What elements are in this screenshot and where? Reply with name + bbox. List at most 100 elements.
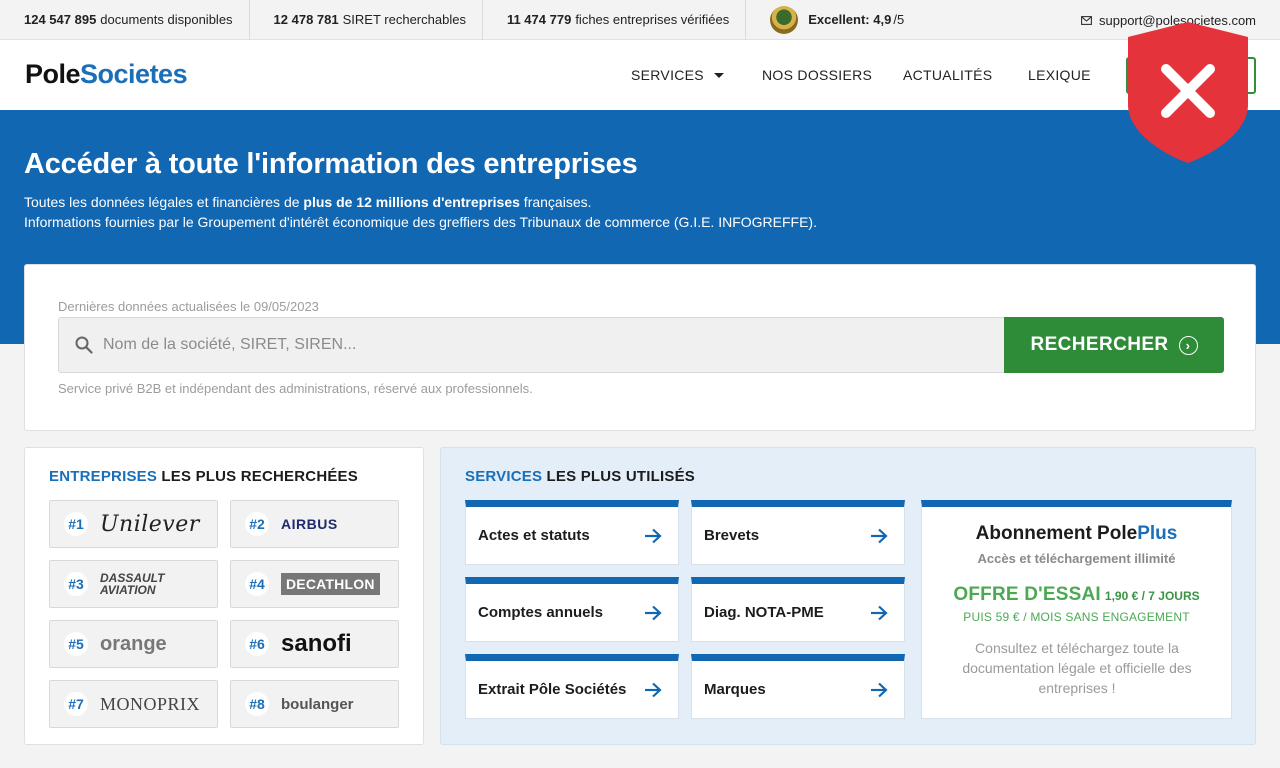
top-services-title: SERVICES LES PLUS UTILISÉS	[465, 468, 695, 485]
arrow-right-icon	[645, 528, 662, 543]
poleplus-subtitle: Accès et téléchargement illimité	[977, 551, 1176, 566]
stat-siret-label: SIRET recherchables	[342, 12, 466, 27]
service-card-comptes[interactable]: Comptes annuels	[465, 577, 679, 642]
arrow-right-icon	[871, 605, 888, 620]
service-label: Diag. NOTA-PME	[704, 604, 824, 621]
company-logo-dassault: DASSAULT AVIATION	[100, 571, 165, 597]
company-logo-decathlon: DECATHLON	[281, 573, 380, 595]
company-card-dassault[interactable]: #3 DASSAULT AVIATION	[49, 560, 218, 608]
service-card-brevets[interactable]: Brevets	[691, 500, 905, 565]
hero-line-1-pre: Toutes les données légales et financière…	[24, 194, 304, 210]
rating-suffix: /5	[893, 12, 905, 27]
search-input[interactable]	[103, 318, 983, 372]
logo-pole: Pole	[25, 59, 81, 89]
poleplus-offer: OFFRE D'ESSAI 1,90 € / 7 JOURS	[922, 584, 1231, 606]
company-rank: #6	[245, 632, 269, 656]
stat-documents-value: 124 547 895	[24, 12, 97, 27]
top-companies-title: ENTREPRISES LES PLUS RECHERCHÉES	[49, 468, 358, 485]
top-services-title-highlight: SERVICES	[465, 468, 543, 485]
nav-nos-dossiers[interactable]: NOS DOSSIERS	[762, 67, 872, 83]
company-logo-unilever: Unilever	[100, 511, 200, 537]
service-card-diag[interactable]: Diag. NOTA-PME	[691, 577, 905, 642]
company-card-orange[interactable]: #5 orange	[49, 620, 218, 668]
service-label: Marques	[704, 681, 766, 698]
logo-societes: Societes	[80, 59, 188, 89]
hero-line-1-post: françaises.	[519, 194, 592, 210]
poleplus-offer-price: 1,90 € / 7 JOURS	[1104, 589, 1200, 603]
company-rank: #7	[64, 692, 88, 716]
company-card-airbus[interactable]: #2 AIRBUS	[230, 500, 399, 548]
company-card-boulanger[interactable]: #8 boulanger	[230, 680, 399, 728]
stat-fiches-label: fiches entreprises vérifiées	[575, 12, 730, 27]
company-rank: #2	[245, 512, 269, 536]
stat-fiches: 11 474 779 fiches entreprises vérifiées	[483, 0, 747, 40]
search-card: Dernières données actualisées le 09/05/2…	[24, 264, 1256, 431]
nav-actualites-label: ACTUALITÉS	[903, 67, 993, 83]
arrow-right-icon	[645, 605, 662, 620]
stat-fiches-value: 11 474 779	[506, 12, 572, 27]
poleplus-description: Consultez et téléchargez toute la docume…	[962, 640, 1192, 696]
nav-actualites[interactable]: ACTUALITÉS	[903, 67, 992, 83]
company-rank: #3	[64, 572, 88, 596]
service-label: Extrait Pôle Sociétés	[478, 681, 627, 698]
top-services-panel: SERVICES LES PLUS UTILISÉS Actes et stat…	[440, 447, 1256, 745]
service-label: Actes et statuts	[478, 527, 590, 544]
hero-line-2: Informations fournies par le Groupement …	[24, 214, 817, 230]
nav-lexique[interactable]: LEXIQUE	[1028, 67, 1091, 83]
envelope-icon	[1081, 15, 1092, 25]
company-card-unilever[interactable]: #1 Unilever	[49, 500, 218, 548]
top-companies-title-rest: LES PLUS RECHERCHÉES	[157, 468, 358, 485]
company-logo-sanofi: sanofi	[281, 630, 352, 657]
service-label: Brevets	[704, 527, 760, 544]
poleplus-card[interactable]: Abonnement PolePlus Accès et téléchargem…	[921, 500, 1232, 719]
stat-siret: 12 478 781 SIRET recherchables	[250, 0, 483, 40]
company-rank: #8	[245, 692, 269, 716]
search-button[interactable]: RECHERCHER ›	[1004, 317, 1224, 373]
company-logo-orange: orange	[100, 632, 167, 655]
arrow-right-icon	[645, 682, 662, 697]
hero-title: Accéder à toute l'information des entrep…	[24, 148, 638, 180]
rating-label: Excellent: 4,9	[808, 12, 892, 27]
nav-services[interactable]: SERVICES	[631, 67, 724, 83]
company-logo-airbus: AIRBUS	[281, 516, 338, 532]
company-card-sanofi[interactable]: #6 sanofi	[230, 620, 399, 668]
company-logo-boulanger: boulanger	[281, 695, 354, 713]
poleplus-then: PUIS 59 € / MOIS SANS ENGAGEMENT	[963, 610, 1190, 624]
stat-documents: 124 547 895 documents disponibles	[0, 0, 250, 40]
top-services-title-rest: LES PLUS UTILISÉS	[542, 468, 695, 485]
poleplus-title: Abonnement PolePlus	[922, 523, 1231, 545]
search-icon	[75, 336, 93, 354]
stats-bar: 124 547 895 documents disponibles 12 478…	[0, 0, 1280, 40]
poleplus-title-accent: Plus	[1137, 523, 1178, 544]
service-card-actes[interactable]: Actes et statuts	[465, 500, 679, 565]
hero-line-1: Toutes les données légales et financière…	[24, 194, 592, 210]
logo[interactable]: PoleSocietes	[25, 59, 188, 90]
shield-x-icon[interactable]	[1126, 20, 1250, 165]
stat-documents-label: documents disponibles	[100, 12, 233, 27]
arrow-right-icon	[871, 682, 888, 697]
search-button-label: RECHERCHER	[1030, 334, 1169, 355]
service-label: Comptes annuels	[478, 604, 604, 621]
top-companies-panel: ENTREPRISES LES PLUS RECHERCHÉES #1 Unil…	[24, 447, 424, 745]
rating[interactable]: Excellent: 4,9 /5	[746, 0, 904, 40]
stat-siret-value: 12 478 781	[273, 12, 339, 27]
arrow-right-icon	[871, 528, 888, 543]
search-box	[58, 317, 1004, 373]
medal-icon	[770, 5, 799, 34]
hero-line-1-bold: plus de 12 millions d'entreprises	[303, 194, 520, 210]
disclaimer: Service privé B2B et indépendant des adm…	[58, 381, 533, 396]
last-update-text: Dernières données actualisées le 09/05/2…	[58, 299, 319, 314]
company-rank: #4	[245, 572, 269, 596]
service-card-marques[interactable]: Marques	[691, 654, 905, 719]
company-rank: #5	[64, 632, 88, 656]
site-header: PoleSocietes SERVICES NOS DOSSIERS ACTUA…	[0, 40, 1280, 110]
chevron-circle-right-icon: ›	[1178, 335, 1198, 355]
nav-nos-dossiers-label: NOS DOSSIERS	[762, 67, 873, 83]
company-card-monoprix[interactable]: #7 MONOPRIX	[49, 680, 218, 728]
poleplus-title-main: Abonnement Pole	[975, 523, 1138, 544]
nav-services-label: SERVICES	[631, 67, 704, 83]
company-card-decathlon[interactable]: #4 DECATHLON	[230, 560, 399, 608]
company-logo-monoprix: MONOPRIX	[100, 693, 201, 714]
service-card-extrait[interactable]: Extrait Pôle Sociétés	[465, 654, 679, 719]
company-rank: #1	[64, 512, 88, 536]
